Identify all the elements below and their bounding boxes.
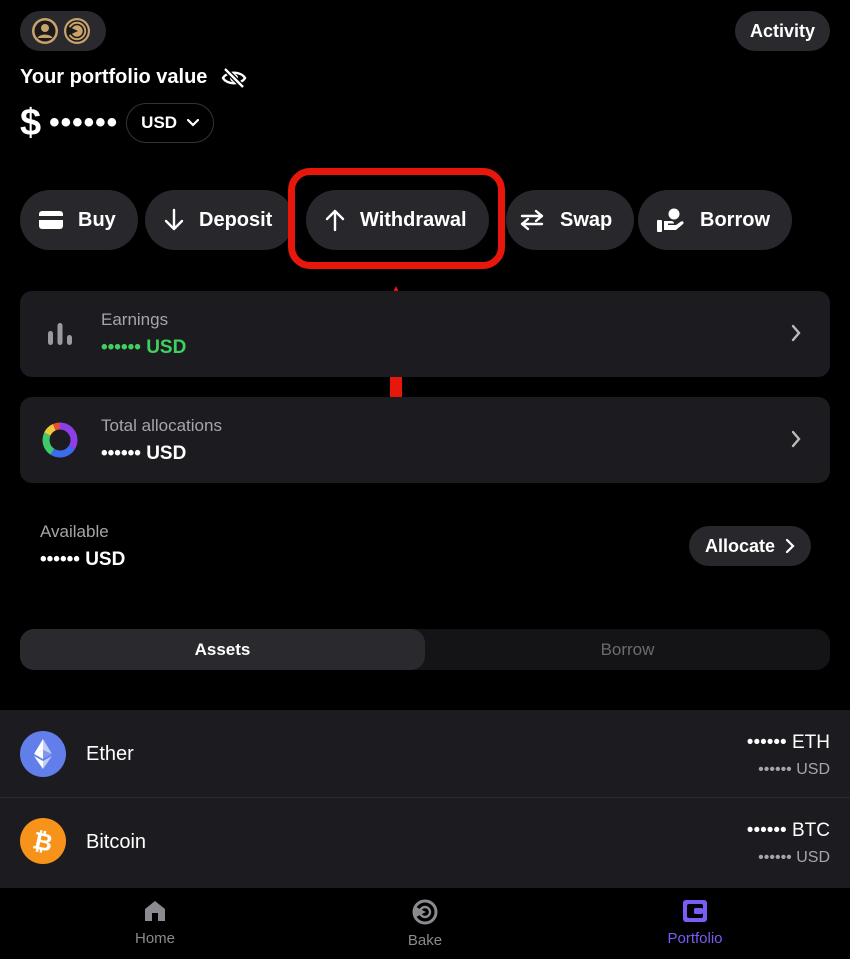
asset-list: Ether •••••• ETH •••••• USD ₿ Bitcoin ••…	[0, 710, 850, 888]
ethereum-icon	[20, 731, 66, 777]
deposit-label: Deposit	[199, 208, 273, 231]
arrow-down-icon	[164, 208, 184, 231]
portfolio-balance: $ •••••• USD	[20, 102, 215, 144]
asset-name: Bitcoin	[86, 831, 147, 853]
chevron-right-icon	[791, 430, 801, 448]
currency-label: USD	[141, 113, 178, 132]
chevron-down-icon	[187, 119, 200, 127]
hand-coin-icon	[657, 208, 684, 232]
activity-button[interactable]: Activity	[734, 11, 830, 51]
nav-home[interactable]: Home	[85, 898, 225, 947]
currency-select[interactable]: USD	[126, 103, 215, 143]
total-allocations-label: Total allocations	[101, 416, 222, 435]
asset-usd-value: •••••• USD	[758, 849, 830, 866]
chevron-right-icon	[791, 324, 801, 342]
donut-chart-icon	[42, 422, 78, 458]
asset-row-ether[interactable]: Ether •••••• ETH •••••• USD	[0, 710, 850, 797]
total-allocations-card[interactable]: Total allocations •••••• USD	[20, 397, 830, 483]
currency-symbol: $	[20, 102, 42, 144]
swap-button[interactable]: Swap	[506, 190, 635, 250]
buy-label: Buy	[78, 208, 116, 231]
asset-row-bitcoin[interactable]: ₿ Bitcoin •••••• BTC •••••• USD	[0, 797, 850, 884]
withdrawal-highlight-box	[288, 168, 505, 269]
bottom-navigation: Home Bake Portfolio	[0, 888, 850, 959]
available-value: •••••• USD	[40, 549, 126, 570]
earnings-label: Earnings	[101, 310, 169, 329]
allocate-button[interactable]: Allocate	[689, 526, 812, 566]
nav-bake[interactable]: Bake	[355, 898, 495, 949]
asset-amount: •••••• ETH	[746, 732, 830, 753]
eye-off-icon[interactable]	[221, 66, 247, 89]
account-switcher[interactable]	[20, 11, 106, 51]
bake-logo-icon	[64, 18, 90, 44]
bar-chart-icon	[48, 323, 72, 345]
wallet-icon	[683, 900, 707, 922]
bake-icon	[412, 899, 438, 925]
home-icon	[145, 901, 165, 921]
asset-amount: •••••• BTC	[746, 820, 830, 841]
nav-bake-label: Bake	[407, 932, 443, 949]
card-icon	[39, 211, 63, 229]
asset-usd-value: •••••• USD	[758, 761, 830, 778]
swap-label: Swap	[560, 208, 613, 231]
available-label: Available	[40, 522, 109, 541]
allocate-label: Allocate	[705, 535, 776, 556]
nav-portfolio-label: Portfolio	[667, 930, 723, 947]
tab-borrow[interactable]: Borrow	[425, 629, 830, 670]
earnings-card[interactable]: Earnings •••••• USD	[20, 291, 830, 377]
bitcoin-icon: ₿	[20, 818, 66, 864]
chevron-right-icon	[785, 538, 795, 554]
tab-assets[interactable]: Assets	[20, 629, 425, 670]
earnings-value: •••••• USD	[101, 337, 187, 358]
user-avatar-icon	[32, 18, 58, 44]
asset-name: Ether	[86, 743, 134, 765]
swap-icon	[520, 209, 544, 231]
svg-text:₿: ₿	[31, 827, 55, 855]
portfolio-value-header: Your portfolio value	[20, 66, 247, 89]
portfolio-value-title: Your portfolio value	[20, 66, 208, 88]
borrow-button[interactable]: Borrow	[638, 190, 792, 250]
total-allocations-value: •••••• USD	[101, 443, 187, 464]
nav-home-label: Home	[134, 930, 175, 947]
borrow-label: Borrow	[700, 208, 770, 231]
buy-button[interactable]: Buy	[20, 190, 138, 250]
nav-portfolio[interactable]: Portfolio	[625, 898, 765, 947]
deposit-button[interactable]: Deposit	[145, 190, 295, 250]
masked-balance: ••••••	[49, 106, 119, 139]
assets-borrow-tabs: Assets Borrow	[20, 629, 830, 670]
